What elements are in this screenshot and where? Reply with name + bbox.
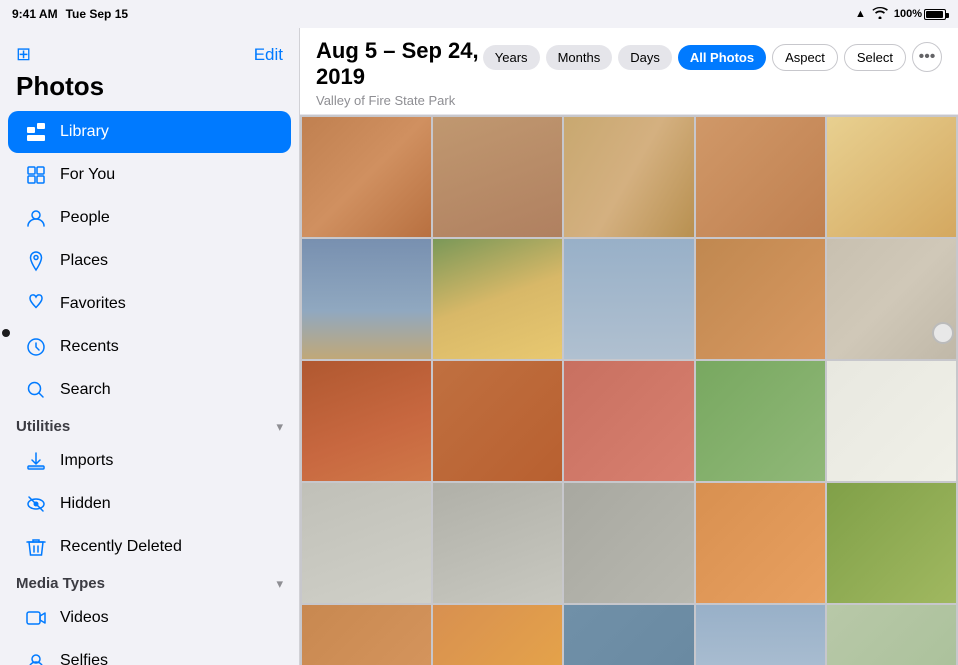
utilities-title: Utilities (16, 418, 70, 435)
sidebar-item-favorites[interactable]: Favorites (8, 283, 291, 325)
home-button[interactable] (932, 322, 954, 344)
trash-icon (24, 535, 48, 559)
photo-cell[interactable] (302, 239, 431, 359)
sidebar-item-label-places: Places (60, 252, 108, 270)
for-you-icon (24, 163, 48, 187)
places-icon (24, 249, 48, 273)
edit-button[interactable]: Edit (254, 45, 283, 65)
photo-cell[interactable] (302, 483, 431, 603)
sidebar: ⊞ Edit Photos Library (0, 28, 300, 665)
sidebar-item-label-library: Library (60, 123, 109, 141)
photo-cell[interactable] (433, 239, 562, 359)
sidebar-item-library[interactable]: Library (8, 111, 291, 153)
sidebar-item-recents[interactable]: Recents (8, 326, 291, 368)
sidebar-item-selfies[interactable]: Selfies (8, 640, 291, 665)
search-icon (24, 378, 48, 402)
media-types-chevron-icon: ▾ (276, 576, 283, 592)
photo-cell[interactable] (302, 361, 431, 481)
dot-indicator (2, 329, 10, 337)
sidebar-item-for-you[interactable]: For You (8, 154, 291, 196)
tab-all-photos[interactable]: All Photos (678, 45, 766, 70)
sidebar-item-search[interactable]: Search (8, 369, 291, 411)
sidebar-item-label-imports: Imports (60, 452, 113, 470)
library-icon (24, 120, 48, 144)
photo-cell[interactable] (696, 117, 825, 237)
hidden-icon (24, 492, 48, 516)
sidebar-item-label-people: People (60, 209, 110, 227)
tab-days[interactable]: Days (618, 45, 672, 70)
tab-years[interactable]: Years (483, 45, 540, 70)
status-time: 9:41 AM (12, 7, 58, 21)
photo-cell[interactable] (433, 117, 562, 237)
photo-cell[interactable] (564, 605, 693, 665)
content-area: Aug 5 – Sep 24,2019 Valley of Fire State… (300, 28, 958, 665)
photo-cell[interactable] (433, 605, 562, 665)
photo-cell[interactable] (696, 361, 825, 481)
photo-cell[interactable] (564, 483, 693, 603)
aspect-button[interactable]: Aspect (772, 44, 838, 71)
sidebar-item-label-videos: Videos (60, 609, 109, 627)
utilities-section-header[interactable]: Utilities ▾ (0, 412, 299, 439)
date-range: Aug 5 – Sep 24,2019 (316, 38, 479, 91)
sidebar-item-people[interactable]: People (8, 197, 291, 239)
sidebar-item-imports[interactable]: Imports (8, 440, 291, 482)
content-toolbar: Years Months Days All Photos Aspect Sele… (483, 42, 942, 72)
photo-cell[interactable] (827, 117, 956, 237)
signal-icon: ▲ (855, 8, 866, 20)
sidebar-item-label-search: Search (60, 381, 111, 399)
media-types-title: Media Types (16, 575, 105, 592)
people-icon (24, 206, 48, 230)
recents-icon (24, 335, 48, 359)
tab-months[interactable]: Months (546, 45, 613, 70)
select-button[interactable]: Select (844, 44, 906, 71)
photo-cell[interactable] (696, 239, 825, 359)
battery-icon: 100% (894, 8, 946, 20)
wifi-icon (872, 7, 888, 22)
photo-grid (300, 115, 958, 665)
sidebar-item-label-hidden: Hidden (60, 495, 111, 513)
sidebar-item-hidden[interactable]: Hidden (8, 483, 291, 525)
photo-cell[interactable] (302, 605, 431, 665)
photo-cell[interactable] (433, 483, 562, 603)
content-header: Aug 5 – Sep 24,2019 Valley of Fire State… (300, 28, 958, 115)
sidebar-item-label-for-you: For You (60, 166, 115, 184)
photo-cell[interactable] (433, 361, 562, 481)
photo-cell[interactable] (827, 483, 956, 603)
sidebar-toggle-icon[interactable]: ⊞ (16, 44, 31, 65)
photo-cell[interactable] (696, 605, 825, 665)
title-block: Aug 5 – Sep 24,2019 Valley of Fire State… (316, 38, 479, 108)
sidebar-item-label-favorites: Favorites (60, 295, 126, 313)
sidebar-item-label-recents: Recents (60, 338, 119, 356)
more-button[interactable]: ••• (912, 42, 942, 72)
photo-cell[interactable] (827, 361, 956, 481)
photo-cell[interactable] (564, 361, 693, 481)
selfies-icon (24, 649, 48, 665)
sidebar-item-places[interactable]: Places (8, 240, 291, 282)
videos-icon (24, 606, 48, 630)
media-types-section-header[interactable]: Media Types ▾ (0, 569, 299, 596)
sidebar-header: Photos (0, 67, 299, 110)
imports-icon (24, 449, 48, 473)
location-label: Valley of Fire State Park (316, 93, 479, 108)
status-bar: 9:41 AM Tue Sep 15 ▲ 100% (0, 0, 958, 28)
photo-cell[interactable] (564, 239, 693, 359)
sidebar-item-label-recently-deleted: Recently Deleted (60, 538, 182, 556)
sidebar-item-recently-deleted[interactable]: Recently Deleted (8, 526, 291, 568)
photo-cell[interactable] (302, 117, 431, 237)
sidebar-item-label-selfies: Selfies (60, 652, 108, 665)
photo-cell[interactable] (696, 483, 825, 603)
sidebar-title: Photos (16, 71, 104, 102)
utilities-chevron-icon: ▾ (276, 419, 283, 435)
sidebar-item-videos[interactable]: Videos (8, 597, 291, 639)
status-date: Tue Sep 15 (66, 7, 128, 21)
photo-cell[interactable] (827, 605, 956, 665)
favorites-icon (24, 292, 48, 316)
photo-cell[interactable] (564, 117, 693, 237)
